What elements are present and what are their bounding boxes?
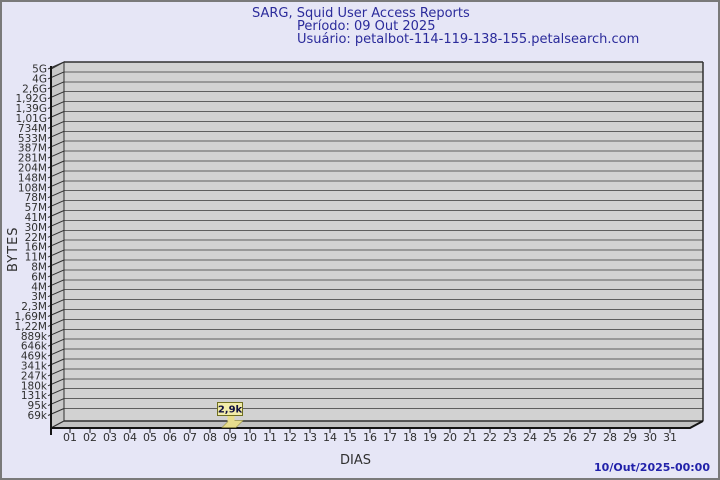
data-point-label: 2,9k <box>218 405 243 416</box>
x-tick-label: 25 <box>543 431 557 444</box>
x-tick-label: 04 <box>123 431 137 444</box>
x-tick-label: 02 <box>83 431 97 444</box>
x-tick-label: 09 <box>223 431 237 444</box>
x-tick-label: 06 <box>163 431 177 444</box>
x-tick-label: 31 <box>663 431 677 444</box>
chart-floor <box>50 420 704 429</box>
x-tick-label: 22 <box>483 431 497 444</box>
x-tick-label: 28 <box>603 431 617 444</box>
sarg-report-page: SARG, Squid User Access Reports Período:… <box>0 0 720 480</box>
x-tick-label: 23 <box>503 431 517 444</box>
x-tick-label: 05 <box>143 431 157 444</box>
bytes-usage-chart: 5G4G2,6G1,92G1,39G1,01G734M533M387M281M2… <box>15 61 704 444</box>
x-axis-title: DIAS <box>340 453 371 468</box>
x-tick-label: 24 <box>523 431 537 444</box>
x-tick-label: 16 <box>363 431 377 444</box>
x-tick-label: 26 <box>563 431 577 444</box>
x-tick-label: 12 <box>283 431 297 444</box>
x-tick-label: 17 <box>383 431 397 444</box>
x-tick-label: 13 <box>303 431 317 444</box>
x-tick-label: 10 <box>243 431 257 444</box>
y-tick-label: 69k <box>28 410 48 422</box>
x-tick-label: 07 <box>183 431 197 444</box>
x-tick-label: 27 <box>583 431 597 444</box>
x-tick-label: 18 <box>403 431 417 444</box>
generation-timestamp: 10/Out/2025-00:00 <box>594 461 710 474</box>
plot-area <box>64 62 703 421</box>
x-tick-label: 30 <box>643 431 657 444</box>
x-tick-label: 03 <box>103 431 117 444</box>
x-tick-label: 15 <box>343 431 357 444</box>
x-tick-label: 11 <box>263 431 277 444</box>
x-tick-label: 21 <box>463 431 477 444</box>
x-tick-label: 08 <box>203 431 217 444</box>
x-tick-label: 01 <box>63 431 77 444</box>
x-tick-label: 19 <box>423 431 437 444</box>
x-tick-label: 20 <box>443 431 457 444</box>
x-tick-label: 14 <box>323 431 337 444</box>
x-tick-label: 29 <box>623 431 637 444</box>
